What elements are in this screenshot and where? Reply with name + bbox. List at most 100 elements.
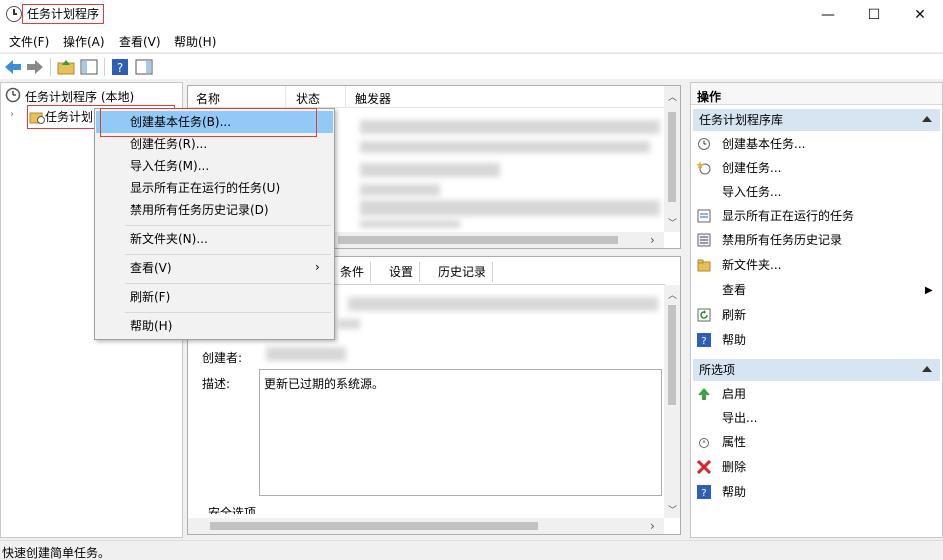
enable-arrow-icon [698,388,710,400]
column-status[interactable]: 状态 [296,90,320,107]
action-label: 禁用所有任务历史记录 [722,233,843,247]
action-label: 创建任务... [722,161,782,175]
collapse-up-icon[interactable] [922,366,932,372]
action-refresh[interactable]: 刷新 [691,303,942,328]
action-properties[interactable]: 属性 [691,430,942,455]
tree-child-label[interactable]: 任务计划 [45,108,93,125]
action-label: 创建基本任务... [722,137,806,151]
redacted-field [338,319,360,329]
scrollbar-thumb[interactable] [210,522,538,530]
scrollbar-thumb[interactable] [668,305,676,405]
status-text: 快速创建简单任务。 [2,546,111,560]
scroll-right-icon[interactable]: › [650,233,655,247]
ctx-separator [125,283,331,284]
tab-conditions[interactable]: 条件 [334,262,372,282]
ctx-disable-history[interactable]: 禁用所有任务历史记录(D) [96,199,333,221]
action-enable[interactable]: 启用 [691,382,942,407]
action-view[interactable]: 查看 ▶ [691,278,942,303]
action-help-selected[interactable]: ? 帮助 [691,480,942,505]
action-label: 导出... [722,411,758,425]
action-import-task[interactable]: 导入任务... [691,180,942,205]
column-trigger[interactable]: 触发器 [355,90,391,107]
column-divider [345,86,346,108]
action-create-basic-task[interactable]: 创建基本任务... [691,132,942,157]
tab-history[interactable]: 历史记录 [432,262,494,282]
up-folder-icon[interactable] [57,58,75,76]
refresh-icon [697,308,711,322]
action-export[interactable]: 导出... [691,406,942,431]
menu-file[interactable]: 文件(F) [9,33,49,50]
action-disable-history[interactable]: 禁用所有任务历史记录 [691,228,942,253]
show-hide-tree-icon[interactable] [80,58,98,76]
help-icon[interactable]: ? [111,58,129,76]
ctx-view[interactable]: 查看(V) [96,257,333,279]
new-folder-icon [697,259,711,272]
horizontal-scrollbar[interactable]: › [188,518,664,534]
description-box[interactable]: 更新已过期的系统源。 [259,369,662,496]
action-label: 导入任务... [722,185,782,199]
security-options-label: 安全选项 [208,506,257,514]
list-header: 名称 状态 触发器 [188,86,665,108]
menu-action[interactable]: 操作(A) [63,33,105,50]
vertical-scrollbar[interactable]: ︿ ﹀ [664,86,680,232]
action-label: 刷新 [722,308,747,322]
close-button[interactable]: ✕ [897,0,943,30]
redacted-row [360,220,460,228]
redacted-row [360,120,660,134]
show-hide-action-pane-icon[interactable] [135,58,153,76]
creator-label: 创建者: [202,351,243,365]
section-selected-title: 所选项 [699,363,736,377]
toolbar: ? [0,53,943,79]
minimize-button[interactable]: — [805,0,851,30]
ctx-import-task[interactable]: 导入任务(M)... [96,155,333,177]
ctx-separator [125,225,331,226]
ctx-create-task[interactable]: 创建任务(R)... [96,133,333,155]
scroll-up-icon[interactable]: ︿ [668,288,677,301]
svg-text:?: ? [701,336,706,347]
scroll-down-icon[interactable]: ﹀ [668,216,677,229]
maximize-button[interactable]: ☐ [851,0,897,30]
back-arrow-icon[interactable] [4,58,22,76]
ctx-separator [125,312,331,313]
section-library-header[interactable]: 任务计划程序库 [693,109,940,131]
column-name[interactable]: 名称 [196,90,220,107]
delete-x-icon [697,460,711,474]
history-log-icon [697,233,711,247]
forward-arrow-icon[interactable] [26,58,44,76]
section-selected-header[interactable]: 所选项 [693,359,940,381]
scrollbar-thumb[interactable] [338,236,618,244]
action-delete[interactable]: 删除 [691,455,942,480]
redacted-field [348,297,658,311]
action-label: 属性 [722,435,747,449]
action-label: 帮助 [722,485,747,499]
action-show-running[interactable]: 显示所有正在运行的任务 [691,204,942,229]
action-create-task[interactable]: 创建任务... [691,156,942,181]
ctx-new-folder[interactable]: 新文件夹(N)... [96,228,333,250]
vertical-scrollbar[interactable]: ︿ ﹀ [664,285,680,518]
action-label: 启用 [722,387,747,401]
folder-clock-icon [29,112,45,124]
menu-view[interactable]: 查看(V) [119,33,161,50]
scroll-down-icon[interactable]: ﹀ [668,503,677,516]
action-help[interactable]: ? 帮助 [691,328,942,353]
action-label: 帮助 [722,333,747,347]
action-label: 新文件夹... [722,258,782,272]
redacted-row [360,141,650,153]
tab-settings[interactable]: 设置 [383,262,421,282]
toolbar-separator [50,58,51,76]
chevron-right-icon[interactable]: › [10,109,14,120]
section-library-title: 任务计划程序库 [699,113,784,127]
redacted-row [360,184,440,196]
action-label: 显示所有正在运行的任务 [722,209,855,223]
clock-icon [698,138,710,150]
ctx-help[interactable]: 帮助(H) [96,315,333,337]
ctx-show-running[interactable]: 显示所有正在运行的任务(U) [96,177,333,199]
scroll-up-icon[interactable]: ︿ [668,90,677,103]
menu-help[interactable]: 帮助(H) [174,33,216,50]
ctx-refresh[interactable]: 刷新(F) [96,286,333,308]
tree-root-label[interactable]: 任务计划程序 (本地) [25,88,134,105]
scroll-right-icon[interactable]: › [650,519,655,533]
collapse-up-icon[interactable] [922,116,932,122]
action-new-folder[interactable]: 新文件夹... [691,253,942,278]
scrollbar-thumb[interactable] [668,112,676,202]
